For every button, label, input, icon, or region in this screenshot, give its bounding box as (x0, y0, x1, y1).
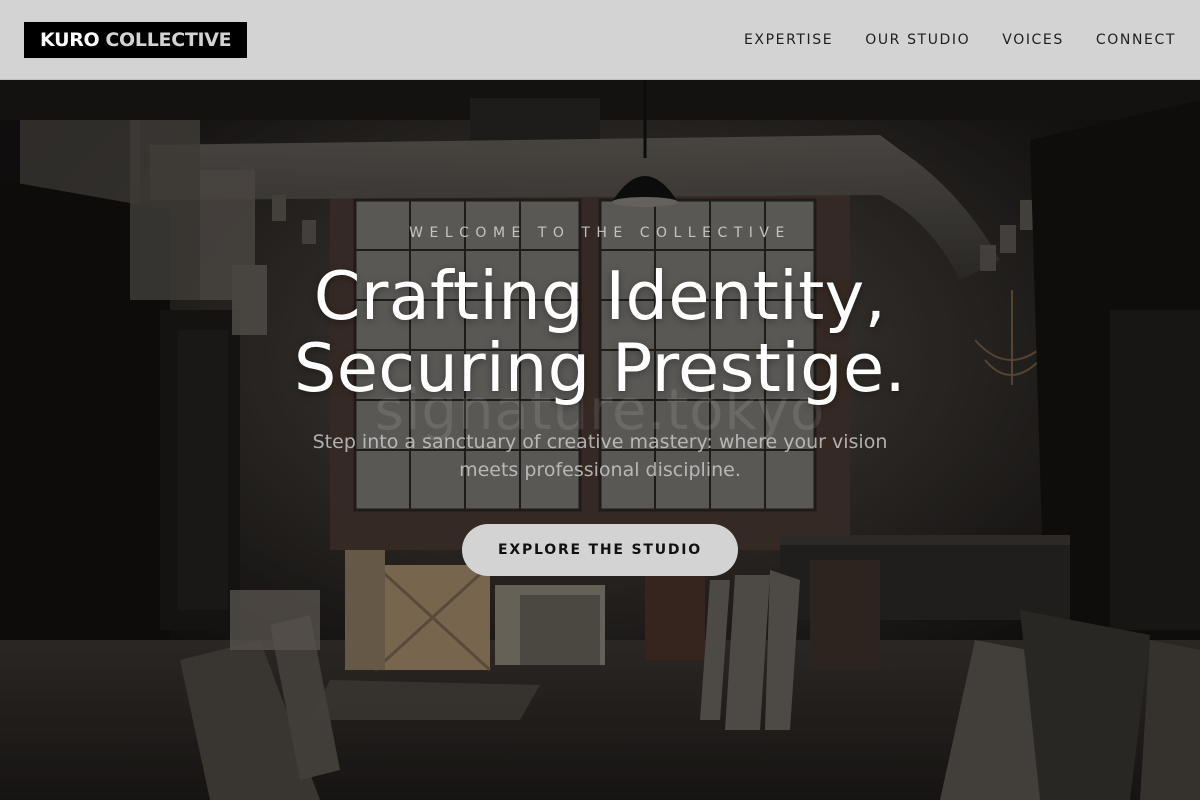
hero-section: WELCOME TO THE COLLECTIVE signature.toky… (0, 80, 1200, 800)
logo-primary-text: KURO (40, 28, 100, 51)
explore-studio-button[interactable]: EXPLORE THE STUDIO (462, 524, 738, 576)
hero-headline-line-1: Crafting Identity, (313, 257, 887, 335)
logo-secondary-text: COLLECTIVE (105, 28, 232, 51)
hero-headline: Crafting Identity, Securing Prestige. (0, 260, 1200, 404)
nav-link-our-studio[interactable]: OUR STUDIO (865, 32, 970, 48)
nav-link-expertise[interactable]: EXPERTISE (744, 32, 833, 48)
nav-link-voices[interactable]: VOICES (1002, 32, 1064, 48)
nav-link-connect[interactable]: CONNECT (1096, 32, 1176, 48)
hero-subtext-line-2: meets professional discipline. (459, 459, 741, 481)
hero-subtext-line-1: Step into a sanctuary of creative master… (312, 431, 888, 453)
hero-eyebrow: WELCOME TO THE COLLECTIVE (409, 225, 791, 241)
hero-headline-line-2: Securing Prestige. (293, 329, 907, 407)
nav-links: EXPERTISE OUR STUDIO VOICES CONNECT (744, 32, 1176, 48)
top-navigation-bar: KURO COLLECTIVE EXPERTISE OUR STUDIO VOI… (0, 0, 1200, 80)
brand-logo[interactable]: KURO COLLECTIVE (24, 21, 248, 58)
hero-subtext: Step into a sanctuary of creative master… (0, 428, 1200, 484)
